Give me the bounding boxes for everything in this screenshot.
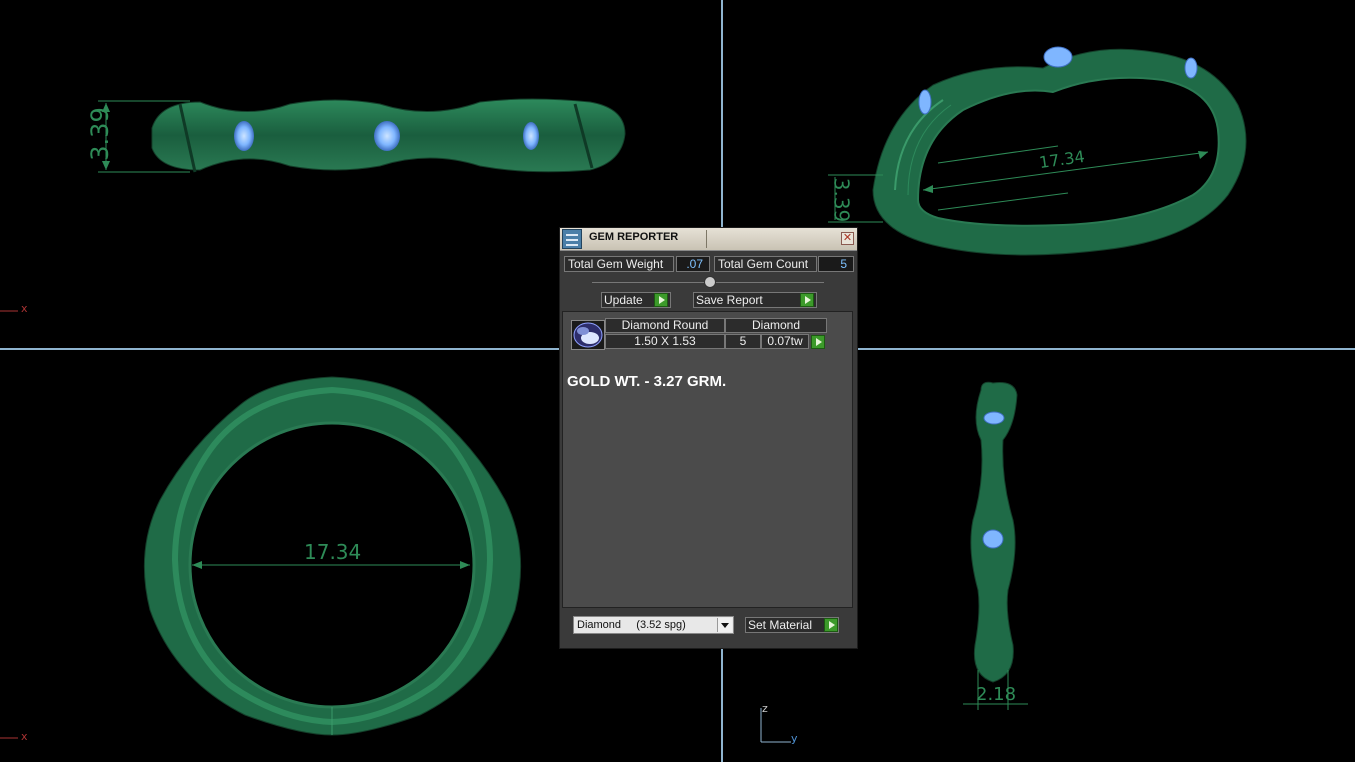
- dialog-titlebar[interactable]: GEM REPORTER ✕: [560, 228, 857, 251]
- set-material-play-icon[interactable]: [824, 618, 838, 632]
- iso-height-dimension: 3.39: [829, 177, 854, 223]
- axis-y-label: y: [791, 732, 798, 745]
- total-gem-count-label: Total Gem Count: [714, 256, 817, 272]
- gem-icon: [523, 122, 539, 150]
- diamond-round-shape-icon: [573, 322, 603, 348]
- material-select-value: Diamond (3.52 spg): [577, 619, 686, 631]
- top-diameter-dimension: 17.34: [304, 540, 362, 564]
- axis-x-label: x: [21, 302, 28, 315]
- gem-icon: [982, 529, 1004, 549]
- gem-icon: [1184, 57, 1198, 79]
- chevron-down-icon[interactable]: [717, 618, 732, 632]
- update-play-icon[interactable]: [654, 293, 668, 307]
- gem-reporter-dialog[interactable]: GEM REPORTER ✕ Total Gem Weight .07 Tota…: [559, 227, 858, 649]
- axis-x-label: x: [21, 730, 28, 743]
- save-report-play-icon[interactable]: [800, 293, 814, 307]
- total-gem-count-value: 5: [818, 256, 854, 272]
- gem-row-play-icon[interactable]: [811, 335, 825, 349]
- diamond-round-thumbnail-icon[interactable]: [571, 320, 605, 350]
- material-select[interactable]: Diamond (3.52 spg): [573, 616, 734, 634]
- slider-knob[interactable]: [704, 276, 716, 288]
- gold-weight-note: GOLD WT. - 3.27 GRM.: [567, 373, 727, 390]
- total-gem-weight-value: .07: [676, 256, 710, 272]
- side-width-dimension: 2.18: [976, 684, 1017, 705]
- gem-icon: [918, 89, 932, 115]
- gem-icon: [1043, 46, 1073, 68]
- save-report-button[interactable]: Save Report: [693, 292, 817, 308]
- dialog-title: GEM REPORTER: [589, 231, 679, 243]
- gem-weight-cell: 0.07tw: [761, 334, 809, 349]
- gem-icon: [234, 121, 254, 151]
- close-icon[interactable]: ✕: [841, 232, 854, 245]
- gem-reporter-app-icon: [562, 229, 582, 249]
- gem-list-panel: Diamond Round Diamond 1.50 X 1.53 5 0.07…: [562, 311, 853, 608]
- gem-icon: [983, 411, 1005, 425]
- gem-size-cell: 1.50 X 1.53: [605, 334, 725, 349]
- total-gem-weight-label: Total Gem Weight: [564, 256, 674, 272]
- gem-material-cell: Diamond: [725, 318, 827, 333]
- gem-name-cell: Diamond Round: [605, 318, 725, 333]
- front-height-dimension: 3.39: [86, 107, 114, 161]
- axis-z-label: z: [762, 702, 768, 715]
- title-divider: [706, 230, 707, 248]
- gem-count-cell: 5: [725, 334, 761, 349]
- gem-icon: [374, 121, 400, 151]
